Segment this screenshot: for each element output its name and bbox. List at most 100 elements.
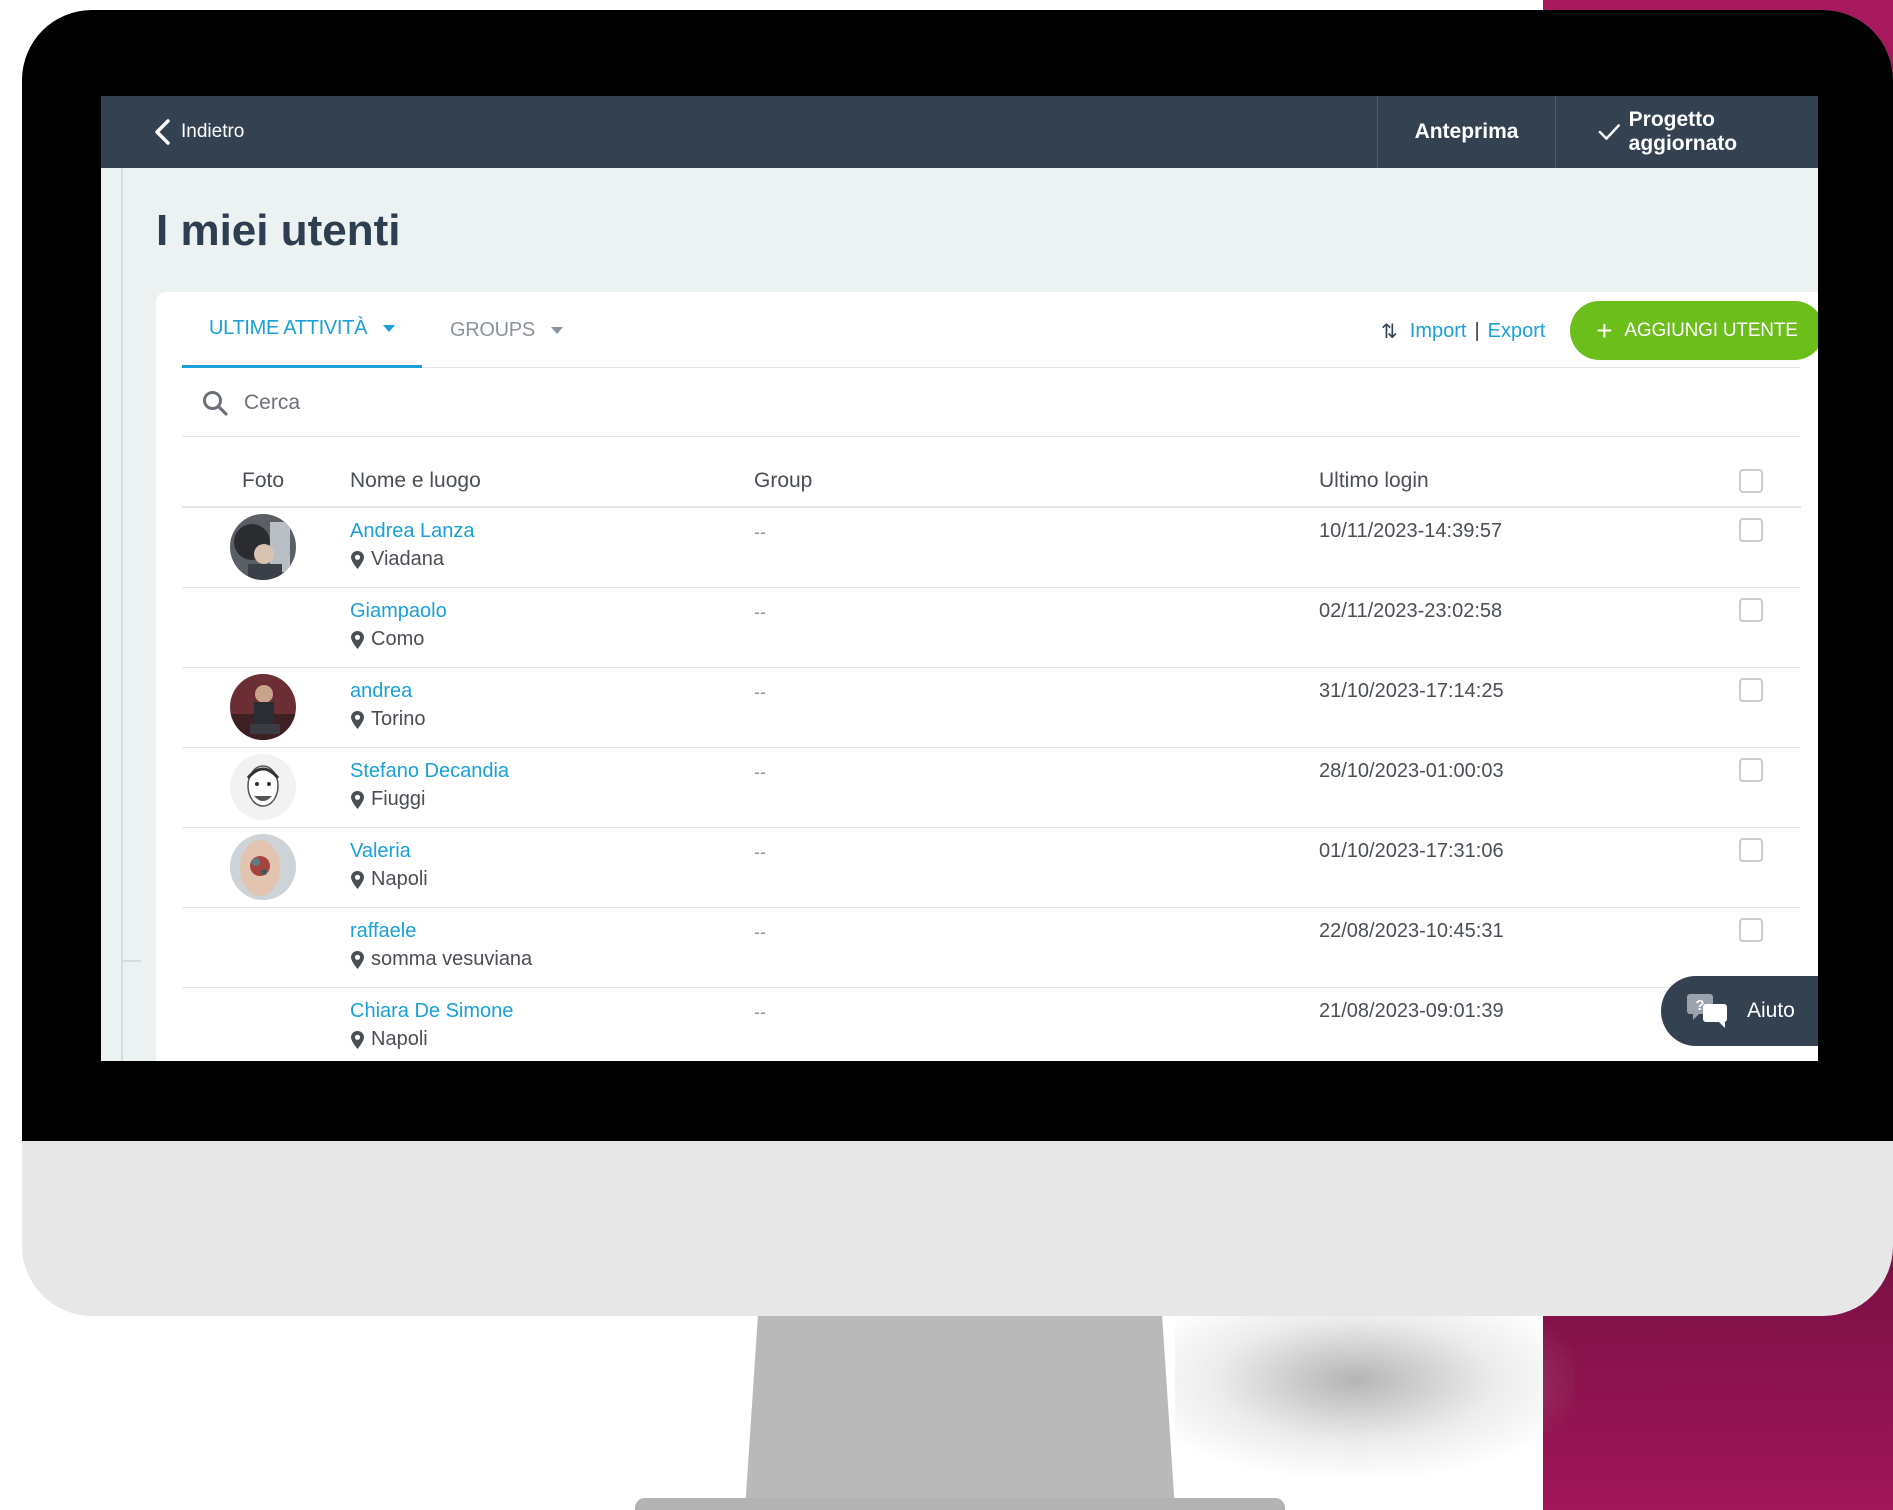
preview-label: Anteprima	[1414, 120, 1519, 143]
header-photo: Foto	[242, 469, 285, 492]
table-row[interactable]: Valeria Napoli -- 01/10/2023-17:31:06	[182, 828, 1801, 908]
search-icon	[203, 391, 228, 416]
row-checkbox[interactable]	[1739, 918, 1763, 942]
user-last-login: 21/08/2023-09:01:39	[1319, 1000, 1504, 1022]
back-label: Indietro	[181, 121, 245, 142]
user-place-label: Napoli	[371, 868, 428, 890]
user-place-label: Como	[371, 628, 425, 650]
user-place: Napoli	[350, 868, 428, 891]
user-name-link[interactable]: Stefano Decandia	[350, 760, 509, 783]
search-bar	[182, 369, 1801, 437]
table-row[interactable]: Giampaolo Como -- 02/11/2023-23:02:58	[182, 588, 1801, 668]
user-name-link[interactable]: raffaele	[350, 920, 416, 943]
preview-button[interactable]: Anteprima	[1377, 96, 1555, 168]
user-place-label: Viadana	[371, 548, 445, 570]
user-group: --	[754, 1002, 766, 1022]
map-pin-icon	[351, 790, 364, 809]
avatar	[230, 834, 296, 900]
user-place-label: somma vesuviana	[371, 948, 533, 970]
row-checkbox[interactable]	[1739, 518, 1763, 542]
user-group: --	[754, 762, 766, 782]
user-name-link[interactable]: Andrea Lanza	[350, 520, 475, 543]
import-link[interactable]: Import	[1410, 320, 1467, 343]
rail-divider	[121, 960, 141, 962]
tab-recent-activity-label: ULTIME ATTIVITÀ	[209, 317, 368, 339]
avatar	[230, 674, 296, 740]
map-pin-icon	[351, 870, 364, 889]
user-group: --	[754, 682, 766, 702]
monitor-stand	[745, 1316, 1175, 1510]
user-place: somma vesuviana	[350, 948, 532, 971]
user-place-label: Torino	[371, 708, 426, 730]
sort-arrows-icon: ⇅	[1381, 321, 1398, 343]
help-label: Aiuto	[1747, 999, 1795, 1022]
select-all-checkbox[interactable]	[1739, 469, 1763, 493]
row-checkbox[interactable]	[1739, 678, 1763, 702]
table-header: Foto Nome e luogo Group Ultimo login	[182, 437, 1801, 508]
user-place: Como	[350, 628, 424, 651]
user-last-login: 10/11/2023-14:39:57	[1319, 520, 1503, 542]
tabs-row: ULTIME ATTIVITÀ GROUPS ⇅ Import | Export…	[182, 292, 1818, 368]
caret-down-icon	[550, 326, 563, 334]
user-place: Viadana	[350, 548, 444, 571]
user-place: Fiuggi	[350, 788, 425, 811]
users-table: Foto Nome e luogo Group Ultimo login And…	[182, 437, 1801, 1061]
tab-groups-label: GROUPS	[450, 318, 535, 341]
user-group: --	[754, 602, 766, 622]
user-last-login: 31/10/2023-17:14:25	[1319, 680, 1504, 702]
header-last-login: Ultimo login	[1319, 469, 1429, 492]
user-place: Torino	[350, 708, 425, 731]
user-place-label: Napoli	[371, 1028, 428, 1050]
link-separator: |	[1474, 320, 1480, 342]
search-input[interactable]	[244, 383, 844, 423]
table-row[interactable]: raffaele somma vesuviana -- 22/08/2023-1…	[182, 908, 1801, 988]
table-row[interactable]: Andrea Lanza Viadana -- 10/11/2023-14:39…	[182, 508, 1801, 588]
user-last-login: 02/11/2023-23:02:58	[1319, 600, 1503, 622]
map-pin-icon	[351, 630, 364, 649]
tab-groups[interactable]: GROUPS	[450, 292, 563, 368]
map-pin-icon	[351, 950, 364, 969]
add-user-label: AGGIUNGI UTENTE	[1624, 319, 1798, 341]
project-saved-button[interactable]: Progetto aggiornato	[1555, 96, 1818, 168]
user-last-login: 01/10/2023-17:31:06	[1319, 840, 1504, 862]
map-pin-icon	[351, 550, 364, 569]
project-saved-label: Progetto aggiornato	[1628, 108, 1738, 155]
table-row[interactable]: andrea Torino -- 31/10/2023-17:14:25	[182, 668, 1801, 748]
chevron-left-icon	[155, 119, 170, 145]
row-checkbox[interactable]	[1739, 598, 1763, 622]
top-bar: Indietro Anteprima Progetto aggiornato	[101, 96, 1818, 168]
user-place: Napoli	[350, 1028, 428, 1051]
export-link[interactable]: Export	[1488, 320, 1546, 343]
user-group: --	[754, 522, 766, 542]
user-group: --	[754, 922, 766, 942]
user-last-login: 22/08/2023-10:45:31	[1319, 920, 1504, 942]
desk-shadow	[1175, 1316, 1575, 1476]
avatar	[230, 754, 296, 820]
checkmark-icon	[1598, 124, 1620, 140]
table-row[interactable]: Stefano Decandia Fiuggi -- 28/10/2023-01…	[182, 748, 1801, 828]
monitor-stand-foot	[635, 1498, 1285, 1510]
user-group: --	[754, 842, 766, 862]
row-checkbox[interactable]	[1739, 758, 1763, 782]
header-group: Group	[754, 469, 813, 492]
user-name-link[interactable]: andrea	[350, 680, 412, 703]
chat-help-icon: ?	[1687, 994, 1727, 1028]
row-checkbox[interactable]	[1739, 838, 1763, 862]
user-name-link[interactable]: Chiara De Simone	[350, 1000, 513, 1023]
user-last-login: 28/10/2023-01:00:03	[1319, 760, 1504, 782]
avatar	[230, 514, 296, 580]
map-pin-icon	[351, 1030, 364, 1049]
plus-icon: +	[1596, 314, 1613, 346]
app-screen: Indietro Anteprima Progetto aggiornato I…	[101, 96, 1818, 1061]
caret-down-icon	[383, 325, 396, 332]
tab-recent-activity[interactable]: ULTIME ATTIVITÀ	[182, 292, 422, 368]
help-button[interactable]: ? Aiuto	[1661, 976, 1818, 1046]
user-name-link[interactable]: Giampaolo	[350, 600, 447, 623]
back-button[interactable]: Indietro	[153, 118, 244, 146]
help-icon-glyph: ?	[1695, 997, 1704, 1014]
user-name-link[interactable]: Valeria	[350, 840, 411, 863]
users-card: ULTIME ATTIVITÀ GROUPS ⇅ Import | Export…	[156, 292, 1818, 1061]
add-user-button[interactable]: + AGGIUNGI UTENTE	[1570, 301, 1818, 360]
table-row[interactable]: Chiara De Simone Napoli -- 21/08/2023-09…	[182, 988, 1801, 1061]
header-name-place: Nome e luogo	[350, 469, 481, 492]
